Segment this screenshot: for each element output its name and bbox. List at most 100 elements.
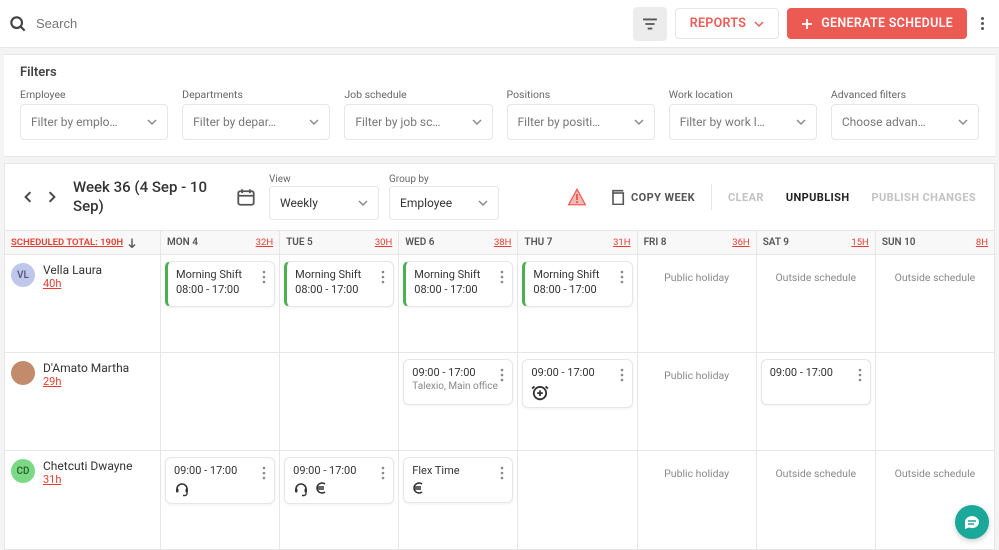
day-hours-link[interactable]: 15H <box>851 237 868 248</box>
day-cell[interactable]: Public holiday <box>638 255 757 352</box>
day-cell[interactable]: Morning Shift08:00 - 17:00 <box>161 255 280 352</box>
filter-select[interactable]: Filter by depar… <box>182 104 330 140</box>
scheduled-total-link[interactable]: SCHEDULED TOTAL: 190H <box>11 237 123 248</box>
week-range-title: Week 36 (4 Sep - 10 Sep) <box>73 178 223 216</box>
filter-select[interactable]: Filter by emplo… <box>20 104 168 140</box>
shift-card[interactable]: Morning Shift08:00 - 17:00 <box>284 261 394 307</box>
employee-row: CD Chetcuti Dwayne 31h 09:00 - 17:00 09:… <box>5 451 994 549</box>
filter-select[interactable]: Choose advan… <box>831 104 979 140</box>
calendar-icon[interactable] <box>237 188 255 206</box>
day-cell[interactable]: Morning Shift08:00 - 17:00 <box>518 255 637 352</box>
day-cell[interactable]: Outside schedule <box>757 451 876 549</box>
groupby-select[interactable]: Employee <box>389 186 499 220</box>
avatar <box>11 361 35 385</box>
sort-icon[interactable] <box>127 237 137 249</box>
filter-placeholder: Filter by depar… <box>193 115 276 129</box>
day-cell[interactable] <box>161 353 280 450</box>
day-hours-link[interactable]: 30H <box>375 237 392 248</box>
shift-card[interactable]: 09:00 - 17:00 <box>284 457 394 504</box>
shift-card[interactable]: Morning Shift08:00 - 17:00 <box>403 261 513 307</box>
shift-card[interactable]: 09:00 - 17:00 <box>761 359 871 405</box>
shift-card[interactable]: Flex Time <box>403 457 513 503</box>
chat-fab[interactable] <box>955 505 989 539</box>
clear-button[interactable]: CLEAR <box>722 185 770 210</box>
topbar-more-button[interactable] <box>975 11 989 36</box>
employee-cell: VL Vella Laura 40h <box>5 255 161 352</box>
filter-label: Work location <box>669 88 817 101</box>
shift-card[interactable]: Morning Shift08:00 - 17:00 <box>165 261 275 307</box>
filter-select[interactable]: Filter by job sc… <box>344 104 492 140</box>
view-value: Weekly <box>280 196 318 210</box>
filter-select[interactable]: Filter by work l… <box>669 104 817 140</box>
shift-icons <box>174 481 260 497</box>
prev-week-button[interactable] <box>23 191 33 203</box>
shift-menu-button[interactable] <box>260 464 268 497</box>
day-cell[interactable] <box>876 353 994 450</box>
day-cell[interactable]: Flex Time <box>399 451 518 549</box>
shift-card[interactable]: 09:00 - 17:00 <box>522 359 632 408</box>
copy-week-button[interactable]: COPY WEEK <box>603 183 701 211</box>
day-cell[interactable]: Public holiday <box>638 353 757 450</box>
day-label: SAT 9 <box>763 237 789 248</box>
day-label: MON 4 <box>167 237 198 248</box>
search-input[interactable] <box>34 15 234 32</box>
employee-cell: D'Amato Martha 29h <box>5 353 161 450</box>
shift-card[interactable]: 09:00 - 17:00Talexio, Main office <box>403 359 513 405</box>
day-hours-link[interactable]: 36H <box>732 237 749 248</box>
shift-card[interactable]: 09:00 - 17:00 <box>165 457 275 504</box>
day-hours-link[interactable]: 8H <box>976 237 988 248</box>
euro-icon <box>412 481 426 495</box>
employee-hours-link[interactable]: 40h <box>43 277 102 290</box>
shift-menu-button[interactable] <box>498 366 506 398</box>
day-hours-link[interactable]: 31H <box>613 237 630 248</box>
shift-menu-button[interactable] <box>498 268 506 300</box>
shift-menu-button[interactable] <box>856 366 864 398</box>
employee-row: VL Vella Laura 40h Morning Shift08:00 - … <box>5 255 994 353</box>
publish-button[interactable]: PUBLISH CHANGES <box>866 185 982 210</box>
filter-select[interactable]: Filter by positi… <box>507 104 655 140</box>
shift-menu-button[interactable] <box>379 268 387 300</box>
employee-hours-link[interactable]: 29h <box>43 375 129 388</box>
day-cell[interactable]: Public holiday <box>638 451 757 549</box>
day-cell[interactable]: Outside schedule <box>757 255 876 352</box>
warning-icon[interactable] <box>567 188 587 206</box>
generate-schedule-button[interactable]: GENERATE SCHEDULE <box>787 8 967 39</box>
clear-label: CLEAR <box>728 191 764 204</box>
day-cell[interactable]: 09:00 - 17:00 <box>161 451 280 549</box>
day-cell[interactable]: Outside schedule <box>876 255 994 352</box>
reports-button[interactable]: REPORTS <box>675 8 780 39</box>
day-header: FRI 8 36H <box>638 231 757 254</box>
employee-hours-link[interactable]: 31h <box>43 473 132 486</box>
day-cell[interactable]: 09:00 - 17:00 <box>280 451 399 549</box>
day-cell[interactable] <box>280 353 399 450</box>
shift-time: 09:00 - 17:00 <box>412 366 498 379</box>
view-select[interactable]: Weekly <box>269 186 379 220</box>
view-select-wrap: View Weekly <box>269 174 379 220</box>
filter-toggle-button[interactable] <box>633 7 667 41</box>
day-cell[interactable]: 09:00 - 17:00 <box>518 353 637 450</box>
filter-label: Advanced filters <box>831 88 979 101</box>
shift-time: 09:00 - 17:00 <box>293 464 379 477</box>
shift-time: 09:00 - 17:00 <box>770 366 856 379</box>
shift-menu-button[interactable] <box>618 366 626 401</box>
shift-menu-button[interactable] <box>379 464 387 497</box>
shift-title: Morning Shift <box>414 268 498 281</box>
shift-icons <box>531 383 617 401</box>
day-hours-link[interactable]: 38H <box>494 237 511 248</box>
shift-menu-button[interactable] <box>260 268 268 300</box>
day-cell[interactable]: Morning Shift08:00 - 17:00 <box>399 255 518 352</box>
day-cell[interactable]: 09:00 - 17:00 <box>757 353 876 450</box>
unpublish-button[interactable]: UNPUBLISH <box>780 185 856 210</box>
day-note: Public holiday <box>642 261 752 284</box>
day-label: WED 6 <box>405 237 434 248</box>
shift-card[interactable]: Morning Shift08:00 - 17:00 <box>522 261 632 307</box>
day-cell[interactable]: Morning Shift08:00 - 17:00 <box>280 255 399 352</box>
next-week-button[interactable] <box>47 191 57 203</box>
day-hours-link[interactable]: 32H <box>256 237 273 248</box>
shift-menu-button[interactable] <box>498 464 506 496</box>
day-cell[interactable]: 09:00 - 17:00Talexio, Main office <box>399 353 518 450</box>
shift-menu-button[interactable] <box>618 268 626 300</box>
day-header: MON 4 32H <box>161 231 280 254</box>
day-cell[interactable] <box>518 451 637 549</box>
filters-panel: Filters Employee Filter by emplo… Depart… <box>4 54 995 157</box>
